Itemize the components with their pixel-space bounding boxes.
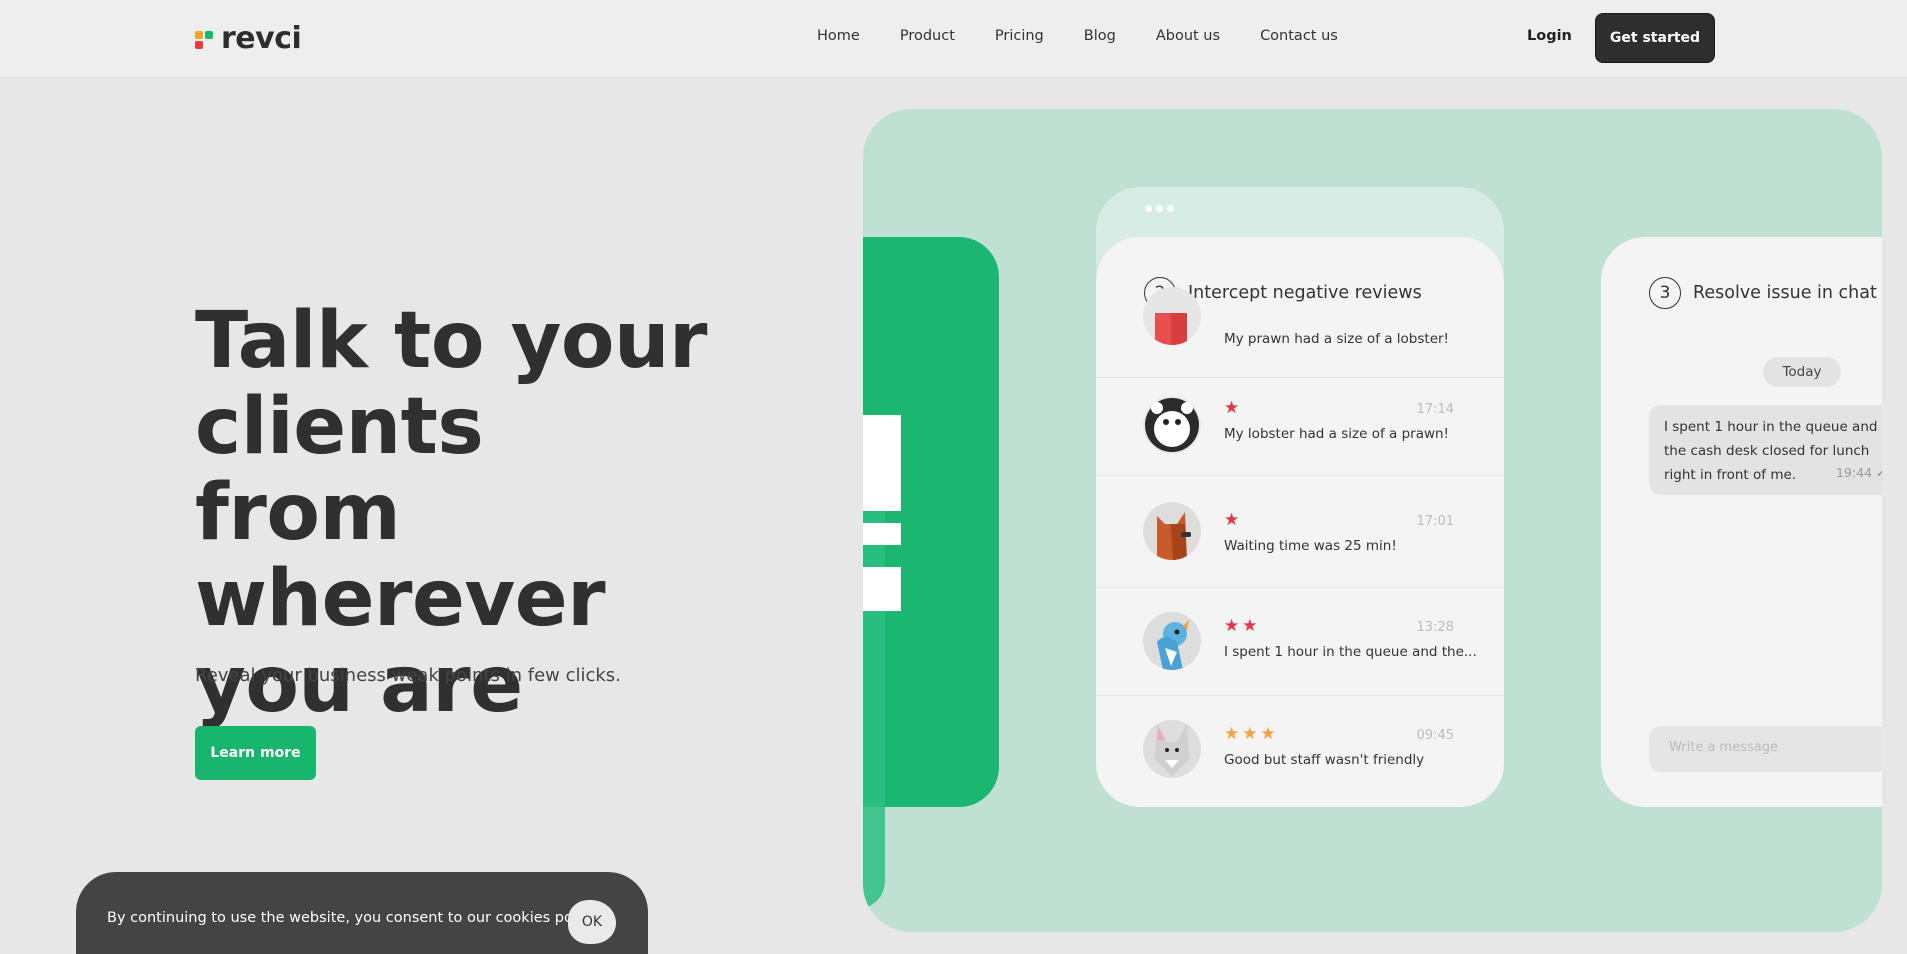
review-text: My prawn had a size of a lobster! [1224, 331, 1449, 347]
login-link[interactable]: Login [1527, 28, 1572, 44]
review-time: 09:45 [1416, 728, 1454, 743]
logo[interactable]: revci [195, 21, 302, 56]
qr-code-icon [863, 415, 901, 511]
avatar [1143, 287, 1201, 345]
hero-title: Talk to your clients from wherever you a… [195, 296, 708, 730]
hero-illustration: 2 Intercept negative reviews My prawn ha… [863, 109, 1882, 932]
message-input[interactable]: Write a message [1649, 726, 1882, 772]
rating-stars: ★ [1224, 398, 1240, 418]
rating-stars: ★ ★ [1224, 616, 1258, 636]
review-item[interactable]: My prawn had a size of a lobster! [1096, 287, 1504, 377]
step-header: 3 Resolve issue in chat [1649, 277, 1877, 309]
rating-stars: ★ ★ ★ [1224, 724, 1276, 744]
hero-subtitle: Reveal your business weak points in few … [195, 665, 621, 686]
nav-about-us[interactable]: About us [1156, 28, 1220, 44]
review-text: My lobster had a size of a prawn! [1224, 426, 1449, 442]
top-navbar: revci Home Product Pricing Blog About us… [0, 0, 1907, 78]
step-title: Intercept negative reviews [1188, 283, 1422, 303]
avatar [1143, 612, 1201, 670]
nav-contact-us[interactable]: Contact us [1260, 28, 1338, 44]
cookie-banner: By continuing to use the website, you co… [76, 872, 648, 954]
nav-blog[interactable]: Blog [1084, 28, 1116, 44]
logo-text: revci [221, 21, 302, 56]
cookie-ok-button[interactable]: OK [568, 900, 616, 944]
rating-stars: ★ [1224, 510, 1240, 530]
chat-card: 3 Resolve issue in chat Today I spent 1 … [1601, 237, 1882, 807]
nav-product[interactable]: Product [900, 28, 955, 44]
review-time: 17:14 [1416, 402, 1454, 417]
review-item[interactable]: ★ ★ ★ 09:45 Good but staff wasn't friendly [1096, 695, 1504, 807]
review-time: 17:01 [1416, 514, 1454, 529]
chat-message: I spent 1 hour in the queue and the cash… [1649, 405, 1882, 495]
step-title: Resolve issue in chat [1693, 283, 1877, 303]
nav-home[interactable]: Home [817, 28, 860, 44]
learn-more-button[interactable]: Learn more [195, 726, 316, 780]
review-text: Good but staff wasn't friendly [1224, 752, 1425, 768]
review-item[interactable]: ★ 17:01 Waiting time was 25 min! [1096, 475, 1504, 587]
avatar [1143, 720, 1201, 778]
double-check-icon: ✓✓ [1876, 465, 1882, 480]
get-started-button[interactable]: Get started [1595, 13, 1715, 63]
review-time: 13:28 [1416, 620, 1454, 635]
review-item[interactable]: ★ 17:14 My lobster had a size of a prawn… [1096, 377, 1504, 475]
review-item[interactable]: ★ ★ 13:28 I spent 1 hour in the queue and… [1096, 587, 1504, 695]
avatar [1143, 502, 1201, 560]
message-placeholder: Write a message [1669, 740, 1778, 755]
main-nav: Home Product Pricing Blog About us Conta… [817, 28, 1378, 44]
date-badge: Today [1763, 357, 1841, 387]
cookie-text: By continuing to use the website, you co… [107, 910, 601, 926]
more-dots-icon [1145, 205, 1178, 212]
nav-pricing[interactable]: Pricing [995, 28, 1044, 44]
avatar [1143, 396, 1201, 454]
message-time: 19:44 ✓✓ [1836, 465, 1882, 480]
qr-card [863, 237, 999, 909]
logo-icon [195, 29, 215, 49]
step-number: 3 [1649, 277, 1681, 309]
review-text: Waiting time was 25 min! [1224, 538, 1397, 554]
review-text: I spent 1 hour in the queue and the... [1224, 644, 1477, 660]
reviews-card: 2 Intercept negative reviews My prawn ha… [1096, 237, 1504, 807]
